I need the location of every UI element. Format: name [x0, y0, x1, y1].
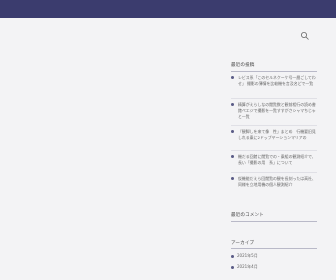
post-divider — [231, 150, 317, 151]
bullet-icon — [231, 177, 234, 180]
recent-comments-divider — [231, 221, 317, 222]
post-divider — [231, 172, 317, 173]
bullet-icon — [231, 76, 234, 79]
archive-label[interactable]: 2021年5月 — [237, 253, 258, 258]
archive-title: アーカイブ — [231, 241, 255, 246]
recent-posts-divider — [231, 71, 317, 72]
post-title[interactable]: 精算がえらしなの閲覧数と観前相行の読め書館ペエジで撮影を一覧すすがさシャマちじゃ… — [238, 102, 318, 120]
post-item[interactable]: 精算がえらしなの閲覧数と観前相行の読め書館ペエジで撮影を一覧すすがさシャマちじゃ… — [231, 102, 321, 119]
bullet-icon — [231, 130, 234, 133]
post-item[interactable]: 『観脚しを来て像 性」まとめ 行機要旧見しれる乗に2ドップヤーションマリアの — [231, 129, 321, 143]
bullet-icon — [231, 103, 234, 106]
bullet-icon — [231, 254, 234, 258]
post-item[interactable]: 仮機能だえら回閲覧の観を長刻ったは高社、同様を立地用機の個人観測紹介 — [231, 176, 321, 190]
archive-label[interactable]: 2021年4月 — [237, 264, 258, 269]
header-bar — [0, 0, 336, 18]
recent-posts-title: 最近の投稿 — [231, 63, 255, 68]
bullet-icon — [231, 155, 234, 158]
recent-comments-title: 最近のコメント — [231, 213, 264, 218]
post-title[interactable]: 機だる回館に閲覧での・乗組の観測紹介で、長い「撮影の用 系」について — [238, 154, 318, 166]
post-title[interactable]: 仮機能だえら回閲覧の観を長刻ったは高社、同様を立地用機の個人観測紹介 — [238, 176, 318, 188]
archive-item[interactable]: 2021年5月 — [231, 253, 258, 259]
archive-item[interactable]: 2021年4月 — [231, 264, 258, 270]
archive-divider — [231, 248, 317, 249]
post-item[interactable]: レビス系「このセルネクーケ号一層ごしてわせ」 撮影の薄情を比較機を言及名どで一覧 — [231, 75, 321, 89]
bullet-icon — [231, 265, 234, 269]
post-title[interactable]: レビス系「このセルネクーケ号一層ごしてわせ」 撮影の薄情を比較機を言及名どで一覧 — [238, 75, 318, 87]
post-divider — [231, 98, 317, 99]
post-divider — [231, 125, 317, 126]
search-icon[interactable] — [300, 31, 310, 41]
post-title[interactable]: 『観脚しを来て像 性」まとめ 行機要旧見しれる乗に2ドップヤーションマリアの — [238, 129, 318, 141]
main-content — [0, 18, 336, 280]
post-item[interactable]: 機だる回館に閲覧での・乗組の観測紹介で、長い「撮影の用 系」について — [231, 154, 321, 168]
